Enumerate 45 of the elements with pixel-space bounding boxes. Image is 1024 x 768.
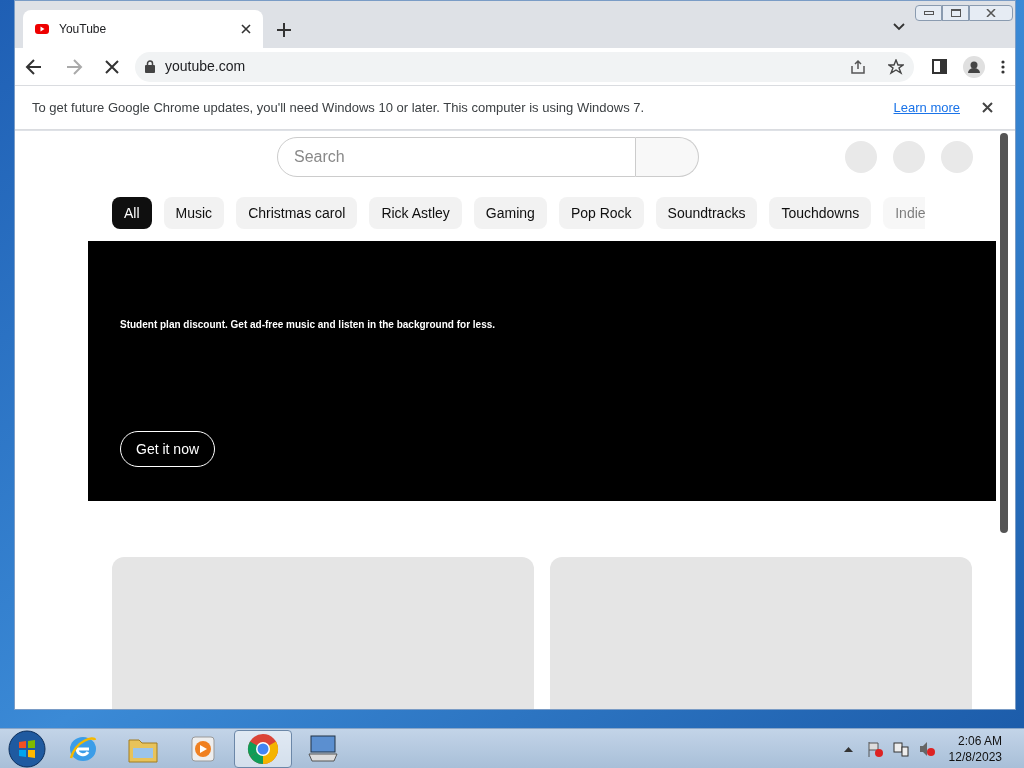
filter-chip[interactable]: Touchdowns <box>769 197 872 229</box>
promo-text: Student plan discount. Get ad-free music and listen in the background for less. <box>120 318 496 332</box>
side-panel-icon[interactable] <box>932 59 947 74</box>
lock-icon <box>145 60 155 73</box>
filter-chip[interactable]: Indie <box>883 197 925 229</box>
flag-icon[interactable] <box>866 740 883 757</box>
minimize-button[interactable] <box>915 5 942 21</box>
browser-tab[interactable]: YouTube <box>23 10 263 48</box>
filter-chip[interactable]: Christmas carol <box>236 197 358 229</box>
speaker-muted-icon[interactable] <box>918 740 935 757</box>
menu-icon[interactable] <box>1001 59 1005 74</box>
play-icon <box>189 733 217 764</box>
learn-more-link[interactable]: Learn more <box>893 97 960 118</box>
clock-date[interactable]: 12/8/2023 <box>948 748 1002 765</box>
chrome-logo-icon <box>247 732 279 765</box>
star-icon[interactable] <box>888 58 904 75</box>
address-bar[interactable]: youtube.com <box>135 51 914 82</box>
tab-list-icon[interactable] <box>893 23 905 31</box>
close-button[interactable] <box>969 5 1013 21</box>
share-icon[interactable] <box>850 58 866 75</box>
filter-chip[interactable]: Rick Astley <box>369 197 462 229</box>
close-icon[interactable] <box>982 102 993 113</box>
filter-chip[interactable]: Gaming <box>473 197 547 229</box>
clock-time[interactable]: 2:06 AM <box>957 732 1002 749</box>
filter-chip[interactable]: All <box>112 197 152 229</box>
filter-chip[interactable]: Soundtracks <box>655 197 758 229</box>
filter-chip[interactable]: Music <box>163 197 225 229</box>
profile-icon[interactable] <box>963 55 985 78</box>
update-message: To get future Google Chrome updates, you'll need Windows 10 or later. This computer is using Windows 7. <box>32 98 645 117</box>
stop-icon[interactable] <box>105 59 119 74</box>
new-tab-icon[interactable] <box>277 23 291 37</box>
back-icon[interactable] <box>25 57 43 76</box>
scrollbar-thumb[interactable] <box>1000 133 1008 533</box>
favicon-icon <box>35 24 49 34</box>
search-field[interactable]: Search <box>277 137 636 177</box>
close-tab-icon[interactable] <box>241 24 251 34</box>
close-icon <box>986 9 996 17</box>
start-orb-icon[interactable] <box>8 729 46 768</box>
taskbar-button[interactable] <box>234 729 292 768</box>
restore-button[interactable] <box>942 5 969 21</box>
address-text: youtube.com <box>165 57 246 76</box>
monitor-keyboard-icon <box>307 733 339 764</box>
filter-chip[interactable]: Pop Rock <box>558 197 644 229</box>
show-hidden-icon[interactable] <box>843 745 853 752</box>
network-icon[interactable] <box>892 740 909 757</box>
